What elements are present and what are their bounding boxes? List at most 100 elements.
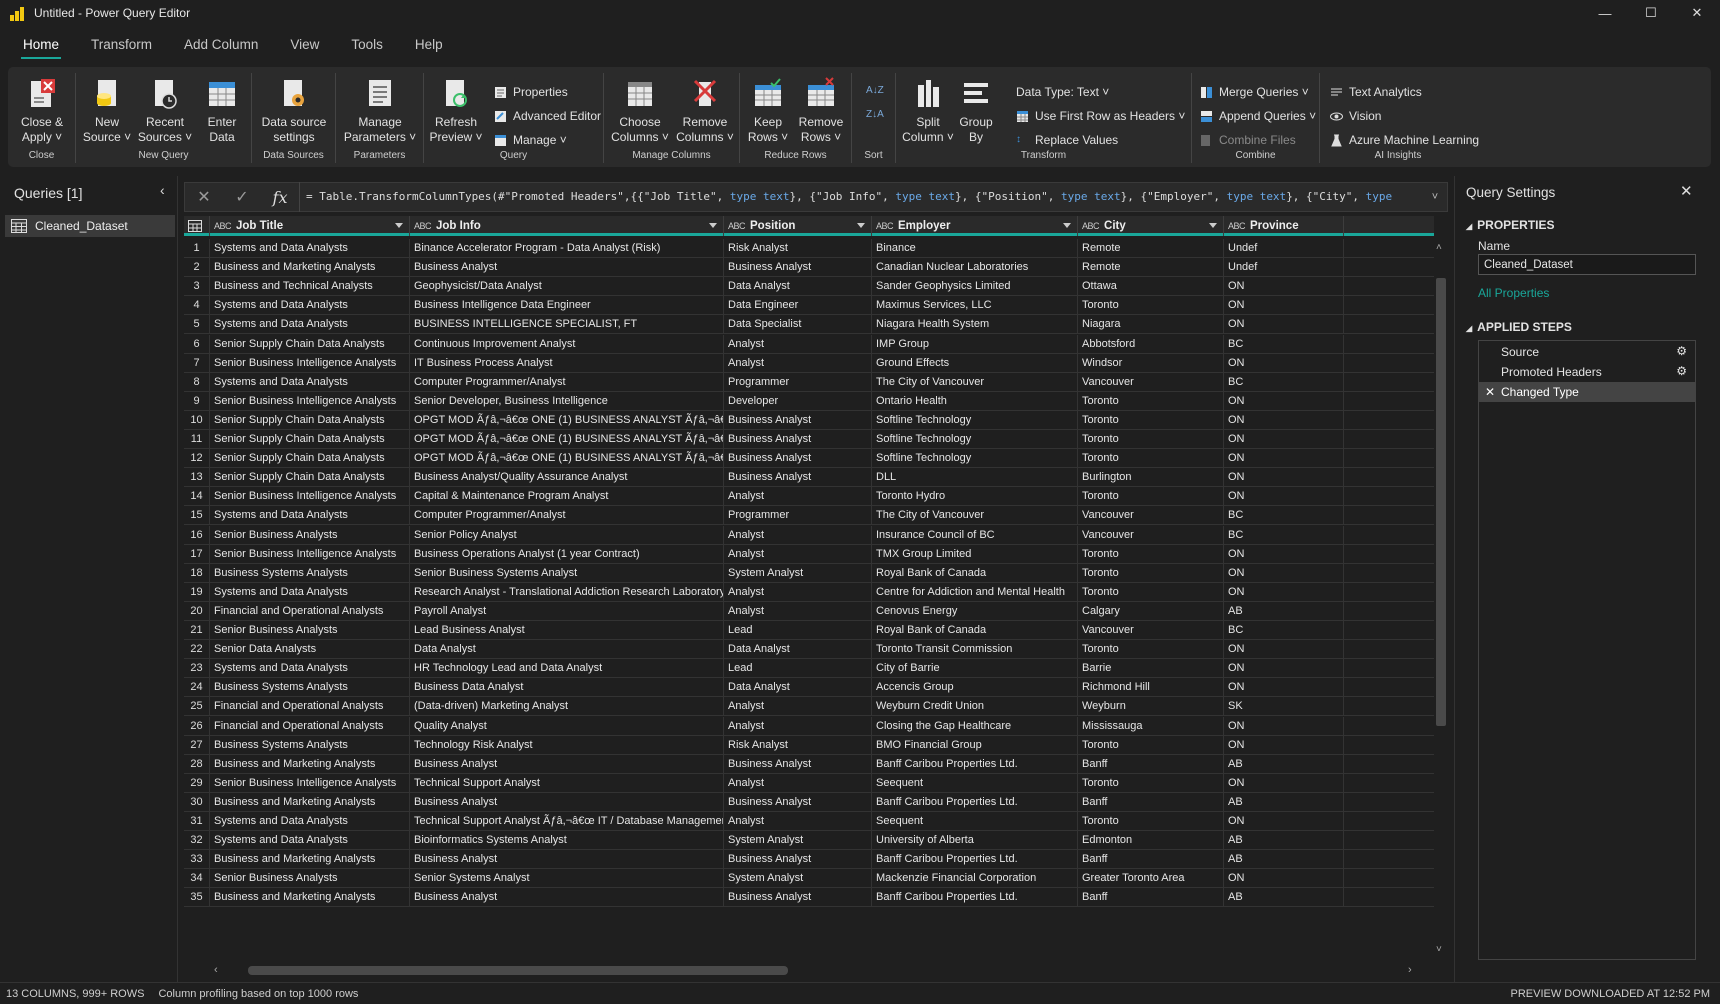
table-cell[interactable]: ON: [1224, 678, 1344, 698]
table-cell[interactable]: Toronto: [1078, 773, 1224, 793]
tab-home[interactable]: Home: [14, 28, 68, 62]
table-cell[interactable]: Data Analyst: [724, 640, 872, 660]
table-cell[interactable]: Senior Policy Analyst: [410, 525, 724, 545]
table-cell[interactable]: Richmond Hill: [1078, 678, 1224, 698]
table-cell[interactable]: Developer: [724, 391, 872, 411]
table-cell[interactable]: ON: [1224, 468, 1344, 488]
table-cell[interactable]: Business and Marketing Analysts: [210, 888, 410, 908]
table-cell[interactable]: Toronto Transit Commission: [872, 640, 1078, 660]
gear-icon[interactable]: ⚙: [1676, 364, 1687, 378]
table-cell[interactable]: BUSINESS INTELLIGENCE SPECIALIST, FT: [410, 315, 724, 335]
table-cell[interactable]: Toronto: [1078, 582, 1224, 602]
filter-dropdown-icon[interactable]: [857, 223, 865, 228]
append-queries-button[interactable]: Append Queries ˅: [1200, 107, 1316, 125]
table-cell[interactable]: Business Analyst: [724, 850, 872, 870]
table-cell[interactable]: Accencis Group: [872, 678, 1078, 698]
azure-ml-button[interactable]: Azure Machine Learning: [1330, 131, 1479, 149]
table-menu-icon[interactable]: [184, 216, 210, 236]
table-cell[interactable]: ON: [1224, 315, 1344, 335]
split-column-button[interactable]: Split Column ˅: [902, 77, 954, 145]
row-index[interactable]: 3: [184, 277, 210, 297]
column-header-job-info[interactable]: ABC Job Info: [410, 216, 724, 236]
table-cell[interactable]: Analyst: [724, 487, 872, 507]
column-header-job-title[interactable]: ABC Job Title: [210, 216, 410, 236]
table-cell[interactable]: Undef: [1224, 258, 1344, 278]
table-cell[interactable]: AB: [1224, 850, 1344, 870]
table-cell[interactable]: Closing the Gap Healthcare: [872, 716, 1078, 736]
table-cell[interactable]: Weyburn Credit Union: [872, 697, 1078, 717]
table-cell[interactable]: Business Systems Analysts: [210, 563, 410, 583]
table-cell[interactable]: Business Analyst: [410, 850, 724, 870]
text-type-icon[interactable]: ABC: [1082, 221, 1100, 231]
row-index[interactable]: 15: [184, 506, 210, 526]
table-cell[interactable]: Niagara: [1078, 315, 1224, 335]
table-cell[interactable]: BC: [1224, 506, 1344, 526]
row-index[interactable]: 24: [184, 678, 210, 698]
table-cell[interactable]: Computer Programmer/Analyst: [410, 506, 724, 526]
table-cell[interactable]: Binance: [872, 239, 1078, 258]
row-index[interactable]: 18: [184, 563, 210, 583]
combine-files-button[interactable]: Combine Files: [1200, 131, 1296, 149]
table-cell[interactable]: Senior Supply Chain Data Analysts: [210, 410, 410, 430]
table-cell[interactable]: Business Analyst: [410, 754, 724, 774]
expand-formula-chevron-icon[interactable]: ˅: [1423, 191, 1447, 203]
table-cell[interactable]: Senior Supply Chain Data Analysts: [210, 468, 410, 488]
table-cell[interactable]: DLL: [872, 468, 1078, 488]
table-cell[interactable]: Toronto: [1078, 410, 1224, 430]
recent-sources-button[interactable]: Recent Sources ˅: [136, 77, 194, 145]
table-cell[interactable]: Risk Analyst: [724, 735, 872, 755]
table-cell[interactable]: Continuous Improvement Analyst: [410, 334, 724, 354]
query-item-cleaned-dataset[interactable]: Cleaned_Dataset: [5, 215, 175, 237]
applied-steps-section-header[interactable]: ◢ APPLIED STEPS: [1466, 320, 1572, 334]
table-cell[interactable]: Toronto: [1078, 563, 1224, 583]
row-index[interactable]: 10: [184, 410, 210, 430]
table-cell[interactable]: System Analyst: [724, 831, 872, 851]
row-index[interactable]: 1: [184, 239, 210, 258]
table-cell[interactable]: Computer Programmer/Analyst: [410, 372, 724, 392]
table-cell[interactable]: Payroll Analyst: [410, 601, 724, 621]
column-header-city[interactable]: ABC City: [1078, 216, 1224, 236]
table-cell[interactable]: Systems and Data Analysts: [210, 506, 410, 526]
advanced-editor-button[interactable]: Advanced Editor: [494, 107, 601, 125]
table-cell[interactable]: Analyst: [724, 353, 872, 373]
table-cell[interactable]: Abbotsford: [1078, 334, 1224, 354]
table-cell[interactable]: System Analyst: [724, 869, 872, 889]
row-index[interactable]: 34: [184, 869, 210, 889]
table-cell[interactable]: Analyst: [724, 334, 872, 354]
row-index[interactable]: 9: [184, 391, 210, 411]
table-cell[interactable]: Analyst: [724, 525, 872, 545]
table-cell[interactable]: Analyst: [724, 812, 872, 831]
row-index[interactable]: 8: [184, 372, 210, 392]
table-cell[interactable]: Centre for Addiction and Mental Health: [872, 582, 1078, 602]
table-cell[interactable]: Risk Analyst: [724, 239, 872, 258]
table-cell[interactable]: BC: [1224, 372, 1344, 392]
table-cell[interactable]: Senior Business Analysts: [210, 621, 410, 640]
scroll-up-chevron-icon[interactable]: ˄: [1436, 242, 1442, 253]
row-index[interactable]: 26: [184, 716, 210, 736]
table-cell[interactable]: HR Technology Lead and Data Analyst: [410, 659, 724, 679]
table-cell[interactable]: ON: [1224, 659, 1344, 679]
row-index[interactable]: 29: [184, 773, 210, 793]
tab-view[interactable]: View: [281, 28, 328, 62]
sort-descending-icon[interactable]: Z↓A: [866, 105, 884, 123]
table-cell[interactable]: Canadian Nuclear Laboratories: [872, 258, 1078, 278]
step-changed-type[interactable]: ✕ Changed Type: [1479, 382, 1695, 402]
table-cell[interactable]: Seequent: [872, 773, 1078, 793]
table-cell[interactable]: Research Analyst - Translational Addicti…: [410, 582, 724, 602]
table-cell[interactable]: ON: [1224, 544, 1344, 564]
table-cell[interactable]: Senior Business Intelligence Analysts: [210, 773, 410, 793]
table-cell[interactable]: Cenovus Energy: [872, 601, 1078, 621]
table-cell[interactable]: Burlington: [1078, 468, 1224, 488]
table-cell[interactable]: Analyst: [724, 544, 872, 564]
table-cell[interactable]: Business and Technical Analysts: [210, 277, 410, 297]
table-cell[interactable]: Financial and Operational Analysts: [210, 601, 410, 621]
table-cell[interactable]: Business Analyst: [410, 888, 724, 908]
table-cell[interactable]: Insurance Council of BC: [872, 525, 1078, 545]
table-cell[interactable]: AB: [1224, 831, 1344, 851]
row-index[interactable]: 20: [184, 601, 210, 621]
enter-data-button[interactable]: Enter Data: [198, 77, 246, 145]
table-cell[interactable]: OPGT MOD Ãƒâ,¬â€œ ONE (1) BUSINESS ANALY…: [410, 430, 724, 449]
remove-rows-button[interactable]: Remove Rows ˅: [794, 77, 848, 145]
table-cell[interactable]: Quality Analyst: [410, 716, 724, 736]
row-index[interactable]: 14: [184, 487, 210, 507]
